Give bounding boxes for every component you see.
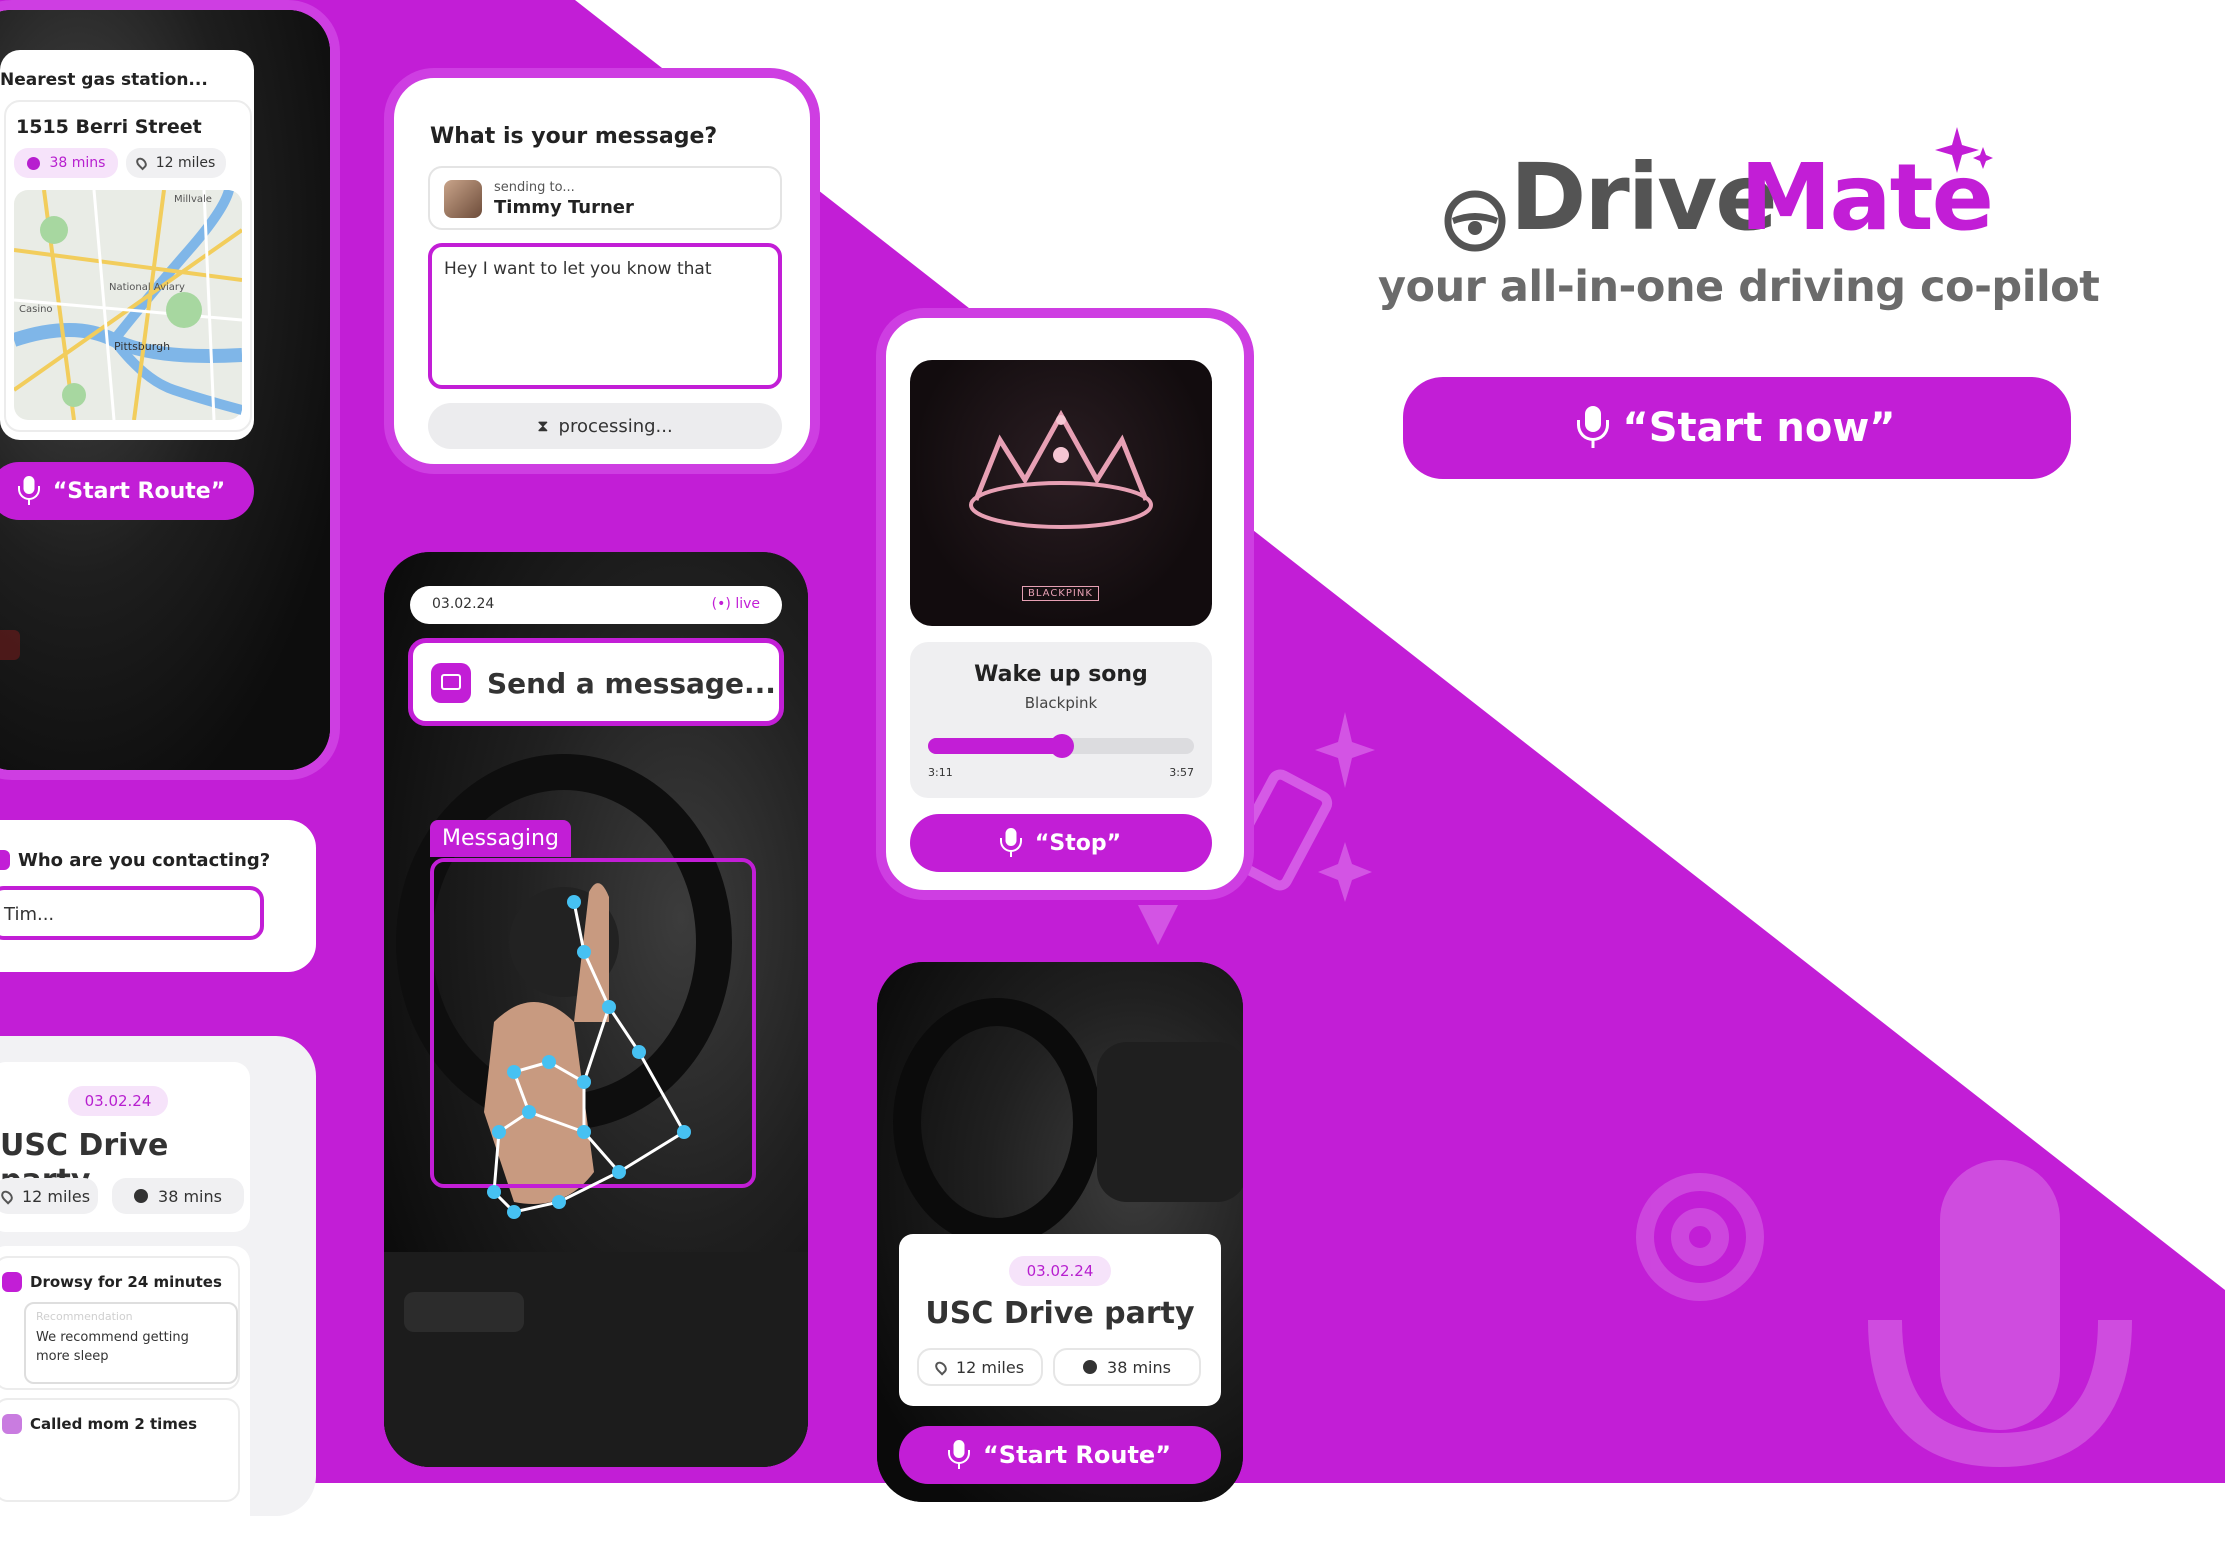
trip-phone: 03.02.24 USC Drive party 12 miles 38 min…	[0, 1036, 316, 1546]
recipient-name: Timmy Turner	[494, 197, 634, 218]
start-now-button[interactable]: “Start now”	[1403, 377, 2071, 479]
hand-landmarks	[487, 895, 691, 1219]
map-label-aviary: National Aviary	[109, 282, 185, 293]
start-route-button[interactable]: “Start Route”	[0, 462, 254, 520]
brand-name-drive: Drive	[1510, 144, 1778, 251]
trip-time-pill: 38 mins	[112, 1178, 244, 1214]
route-address: 1515 Berri Street	[16, 116, 202, 138]
route-map: Millvale National Aviary Pittsburgh Casi…	[14, 190, 242, 420]
call-box: Called mom 2 times	[0, 1398, 240, 1502]
seat-detail	[0, 630, 20, 660]
message-text: Hey I want to let you know that	[444, 259, 712, 279]
progress-track[interactable]	[928, 734, 1194, 758]
player-box: Wake up song Blackpink 3:11 3:57	[910, 642, 1212, 798]
trip-distance-pill: 12 miles	[0, 1178, 98, 1214]
brand-tagline: your all-in-one driving co-pilot	[1378, 262, 2100, 312]
recipient-field[interactable]: sending to... Timmy Turner	[428, 166, 782, 230]
clock-icon	[1083, 1360, 1098, 1374]
song-title: Wake up song	[974, 662, 1148, 687]
microphone-icon	[948, 1440, 971, 1470]
album-label: BLACKPINK	[1022, 586, 1099, 601]
recommendation-hint: Recommendation	[36, 1310, 133, 1323]
progress-knob[interactable]	[1049, 734, 1074, 758]
trip2-distance-pill: 12 miles	[917, 1348, 1043, 1386]
route-distance-pill: 12 miles	[126, 148, 226, 178]
message-textarea[interactable]: Hey I want to let you know that	[428, 243, 782, 389]
duration-time: 3:57	[1169, 766, 1194, 779]
route-card: Nearest gas station... 1515 Berri Street…	[0, 50, 254, 440]
sparkle-icon	[1935, 127, 1993, 173]
music-phone: BLACKPINK Wake up song Blackpink 3:11 3:…	[876, 308, 1254, 900]
trip-phone-2: 03.02.24 USC Drive party 12 miles 38 min…	[877, 962, 1243, 1502]
map-label-casino: Casino	[19, 304, 53, 315]
steering-wheel-icon	[1444, 190, 1506, 252]
start-route-button-2[interactable]: “Start Route”	[899, 1426, 1221, 1484]
camera-phone: 03.02.24 (•) live Send a message... Mess…	[384, 552, 808, 1467]
eye-icon	[2, 1272, 22, 1292]
trip2-date-badge: 03.02.24	[1009, 1256, 1111, 1286]
song-artist: Blackpink	[1024, 694, 1098, 712]
trip-date-badge: 03.02.24	[68, 1086, 168, 1116]
location-pin-icon	[932, 1358, 950, 1376]
route-detail-box: 1515 Berri Street 38 mins 12 miles Millv…	[4, 100, 252, 432]
contact-input[interactable]: Tim...	[0, 886, 264, 940]
processing-status: ⧗ processing...	[428, 403, 782, 449]
sending-to-label: sending to...	[494, 180, 575, 195]
message-question: What is your message?	[430, 124, 718, 149]
location-pin-icon	[133, 155, 149, 171]
call-title: Called mom 2 times	[30, 1415, 198, 1433]
message-phone: What is your message? sending to... Timm…	[384, 68, 820, 474]
route-title: Nearest gas station...	[0, 70, 208, 90]
hourglass-icon: ⧗	[537, 416, 549, 435]
trip-card-2: 03.02.24 USC Drive party 12 miles 38 min…	[899, 1234, 1221, 1406]
phone-icon	[2, 1414, 22, 1434]
clock-icon	[134, 1189, 149, 1203]
stop-button[interactable]: “Stop”	[910, 814, 1212, 872]
contact-question: Who are you contacting?	[18, 850, 271, 871]
route-phone: Nearest gas station... 1515 Berri Street…	[0, 0, 340, 780]
recommendation-box: Recommendation We recommend getting more…	[24, 1302, 238, 1384]
album-art: BLACKPINK	[910, 360, 1212, 626]
trip2-time-pill: 38 mins	[1053, 1348, 1201, 1386]
trip-card: 03.02.24 USC Drive party 12 miles 38 min…	[0, 1062, 250, 1232]
progress-fill	[928, 738, 1062, 754]
clock-icon	[26, 156, 40, 170]
brand-logo: Drive Mate	[1440, 127, 2010, 270]
elapsed-time: 3:11	[928, 766, 953, 779]
contact-input-value: Tim...	[4, 904, 55, 925]
route-time-pill: 38 mins	[14, 148, 118, 178]
car-interior-photo	[893, 998, 1243, 1246]
microphone-icon	[1577, 406, 1610, 450]
trip2-title: USC Drive party	[925, 1296, 1195, 1331]
drowsy-title: Drowsy for 24 minutes	[30, 1273, 222, 1291]
insights-card: Drowsy for 24 minutes Recommendation We …	[0, 1246, 250, 1546]
drowsy-box: Drowsy for 24 minutes Recommendation We …	[0, 1256, 240, 1390]
map-label-pittsburgh: Pittsburgh	[114, 340, 170, 353]
map-label-millvale: Millvale	[174, 194, 212, 205]
microphone-icon	[17, 476, 40, 506]
microphone-icon	[999, 828, 1022, 858]
location-pin-icon	[0, 1187, 16, 1205]
recommendation-text: We recommend getting more sleep	[36, 1330, 189, 1364]
start-now-label: “Start now”	[1622, 405, 1896, 451]
contact-card: Who are you contacting? Tim...	[0, 820, 316, 972]
contact-icon	[0, 850, 10, 870]
avatar	[444, 180, 482, 218]
